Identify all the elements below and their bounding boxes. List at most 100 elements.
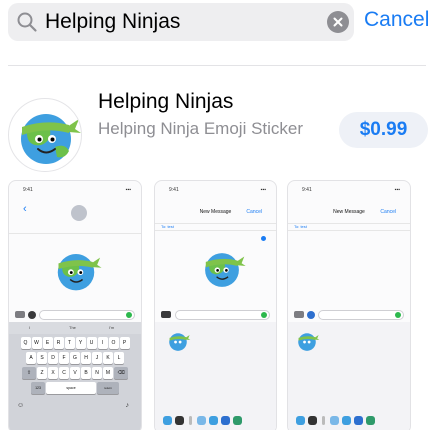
app-drawer-icon[interactable]: [175, 416, 184, 425]
app-store-icon[interactable]: [28, 311, 36, 319]
ninja-sticker[interactable]: [165, 328, 191, 354]
app-drawer-icon[interactable]: [197, 416, 206, 425]
add-contact-icon[interactable]: [261, 236, 266, 241]
app-icon[interactable]: [8, 98, 82, 172]
key[interactable]: X: [48, 367, 58, 379]
screenshot-2[interactable]: 9:41 ▪▪▪ New Message Cancel To: test: [154, 180, 277, 430]
key[interactable]: C: [59, 367, 69, 379]
app-store-icon[interactable]: [161, 311, 171, 318]
app-store-icon[interactable]: [307, 311, 315, 319]
shift-key[interactable]: ⇧: [22, 367, 36, 379]
send-icon[interactable]: [261, 312, 267, 318]
message-field[interactable]: [39, 310, 135, 320]
cancel-button[interactable]: Cancel: [364, 8, 429, 32]
back-chevron-icon: ‹: [23, 203, 27, 215]
keyboard-row-2: A S D F G H J K L: [9, 352, 141, 364]
to-label: To: test: [294, 224, 307, 229]
status-time: 9:41: [302, 187, 312, 193]
ninja-globe-icon: [21, 114, 81, 164]
key[interactable]: Q: [20, 337, 31, 349]
key[interactable]: L: [114, 352, 124, 364]
key[interactable]: Z: [37, 367, 47, 379]
keyboard: I The I'm Q W E R T Y U I O P A S D F G …: [9, 322, 141, 430]
return-key[interactable]: return: [97, 382, 119, 394]
clear-icon[interactable]: [327, 11, 349, 33]
app-drawer-icon[interactable]: [342, 416, 351, 425]
ninja-sticker: [57, 253, 102, 291]
key[interactable]: E: [42, 337, 53, 349]
compose-bar: [9, 308, 141, 322]
suggestion[interactable]: I'm: [109, 325, 114, 330]
status-time: 9:41: [169, 187, 179, 193]
key[interactable]: J: [92, 352, 102, 364]
key[interactable]: F: [59, 352, 69, 364]
sticker-tray: [155, 322, 276, 430]
emoji-icon[interactable]: ☺: [17, 402, 24, 409]
to-field[interactable]: To: test: [155, 223, 276, 231]
app-drawer-icon[interactable]: [366, 416, 375, 425]
message-field[interactable]: [175, 310, 270, 320]
app-subtitle: Helping Ninja Emoji Sticker: [98, 119, 304, 138]
app-drawer-icon[interactable]: [330, 416, 339, 425]
keyboard-row-1: Q W E R T Y U I O P: [9, 337, 141, 349]
key[interactable]: A: [26, 352, 36, 364]
numbers-key[interactable]: 123: [31, 382, 45, 394]
key[interactable]: H: [81, 352, 91, 364]
camera-icon[interactable]: [294, 311, 304, 318]
key[interactable]: I: [97, 337, 108, 349]
key[interactable]: Y: [75, 337, 86, 349]
app-drawer-icon[interactable]: [163, 416, 172, 425]
screenshot-3[interactable]: 9:41 ▪▪▪ New Message Cancel To: test: [287, 180, 411, 430]
suggestion[interactable]: The: [69, 325, 76, 330]
backspace-key[interactable]: ⌫: [114, 367, 128, 379]
avatar: [71, 205, 87, 221]
key[interactable]: N: [92, 367, 102, 379]
suggestion-bar: I The I'm: [9, 322, 141, 334]
key[interactable]: G: [70, 352, 80, 364]
search-icon: [17, 12, 37, 32]
ninja-sticker: [205, 253, 246, 287]
app-drawer: [155, 414, 276, 428]
nav-cancel-button[interactable]: Cancel: [246, 209, 262, 215]
key[interactable]: K: [103, 352, 113, 364]
nav-cancel-button[interactable]: Cancel: [380, 209, 396, 215]
app-drawer-icon[interactable]: [221, 416, 230, 425]
screenshot-1[interactable]: 9:41 ▪▪▪ ‹ I The I'm Q W E R T Y U I O P…: [8, 180, 142, 430]
key[interactable]: V: [70, 367, 80, 379]
key[interactable]: M: [103, 367, 113, 379]
key[interactable]: O: [108, 337, 119, 349]
ninja-sticker[interactable]: [294, 328, 320, 354]
app-drawer-icon[interactable]: [296, 416, 305, 425]
send-icon[interactable]: [395, 312, 401, 318]
key[interactable]: U: [86, 337, 97, 349]
key[interactable]: R: [53, 337, 64, 349]
camera-icon[interactable]: [15, 311, 25, 318]
app-drawer-icon[interactable]: [322, 416, 325, 425]
key[interactable]: D: [48, 352, 58, 364]
app-drawer-icon[interactable]: [189, 416, 192, 425]
app-title[interactable]: Helping Ninjas: [98, 90, 233, 114]
sticker-tray: [288, 322, 410, 430]
to-field[interactable]: To: test: [288, 223, 410, 231]
space-key[interactable]: space: [46, 382, 96, 394]
send-icon[interactable]: [126, 312, 132, 318]
key[interactable]: S: [37, 352, 47, 364]
app-drawer-icon[interactable]: [308, 416, 317, 425]
key[interactable]: B: [81, 367, 91, 379]
keyboard-row-3: ⇧ Z X C V B N M ⌫: [9, 367, 141, 379]
app-drawer-icon[interactable]: [209, 416, 218, 425]
search-field[interactable]: Helping Ninjas: [8, 3, 354, 41]
app-drawer-icon[interactable]: [233, 416, 242, 425]
message-field[interactable]: [318, 310, 404, 320]
keyboard-row-4: 123 space return: [9, 382, 141, 394]
divider: [9, 233, 141, 234]
suggestion[interactable]: I: [29, 325, 30, 330]
key[interactable]: P: [119, 337, 130, 349]
mic-icon[interactable]: ♪: [126, 402, 130, 409]
price-button[interactable]: $0.99: [339, 112, 428, 148]
search-query[interactable]: Helping Ninjas: [45, 10, 180, 34]
divider: [8, 65, 426, 66]
key[interactable]: T: [64, 337, 75, 349]
key[interactable]: W: [31, 337, 42, 349]
app-drawer-icon[interactable]: [354, 416, 363, 425]
